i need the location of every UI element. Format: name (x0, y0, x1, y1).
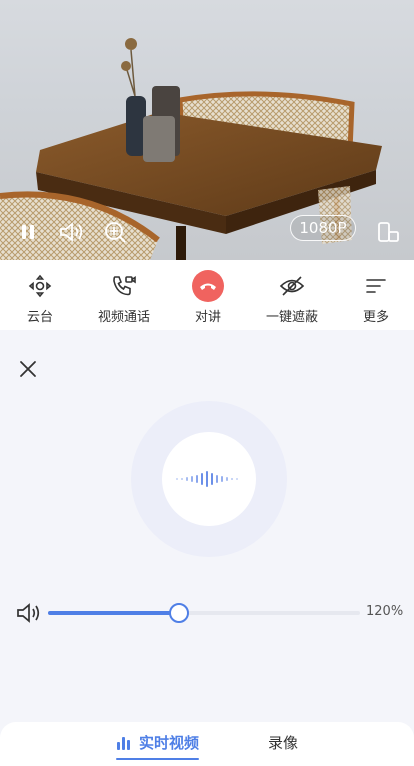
zoom-in-icon[interactable] (101, 218, 129, 246)
voice-waveform-icon (176, 471, 238, 487)
more-icon (360, 270, 392, 302)
ptz-button[interactable]: 云台 (0, 260, 80, 330)
privacy-mask-label: 一键遮蔽 (265, 310, 318, 325)
close-icon[interactable] (16, 357, 40, 381)
more-label: 更多 (362, 310, 389, 325)
volume-slider[interactable] (48, 602, 360, 624)
talk-button[interactable]: 对讲 (168, 260, 248, 330)
tab-live-video-label: 实时视频 (139, 734, 200, 752)
speaker-icon[interactable] (58, 218, 86, 246)
volume-percent: 120% (366, 604, 404, 619)
video-call-label: 视频通话 (97, 310, 150, 325)
video-controls-bar: 1080P (0, 212, 414, 248)
tab-active-indicator (116, 758, 200, 760)
talk-indicator[interactable] (162, 432, 256, 526)
pause-icon[interactable] (14, 218, 42, 246)
hang-up-icon (192, 270, 224, 302)
talk-label: 对讲 (194, 310, 221, 325)
bottom-tab-bar: 实时视频 录像 (0, 722, 414, 766)
rotate-screen-icon[interactable] (374, 218, 402, 246)
volume-slider-fill (48, 611, 179, 615)
ptz-label: 云台 (26, 310, 53, 325)
control-toolbar: 云台 视频通话 对讲 一键遮蔽 更多 (0, 260, 414, 330)
more-button[interactable]: 更多 (336, 260, 414, 330)
resolution-button[interactable]: 1080P (290, 215, 356, 241)
tab-recordings[interactable]: 录像 (268, 732, 298, 753)
tab-live-video[interactable]: 实时视频 (116, 732, 200, 760)
video-call-icon (108, 270, 140, 302)
volume-slider-handle[interactable] (169, 603, 189, 623)
eye-off-icon (276, 270, 308, 302)
tab-recordings-label: 录像 (268, 734, 299, 752)
privacy-mask-button[interactable]: 一键遮蔽 (252, 260, 332, 330)
bar-chart-icon (117, 736, 130, 750)
ptz-icon (24, 270, 56, 302)
volume-icon (16, 602, 42, 624)
video-call-button[interactable]: 视频通话 (84, 260, 164, 330)
video-player[interactable]: 1080P (0, 0, 414, 260)
